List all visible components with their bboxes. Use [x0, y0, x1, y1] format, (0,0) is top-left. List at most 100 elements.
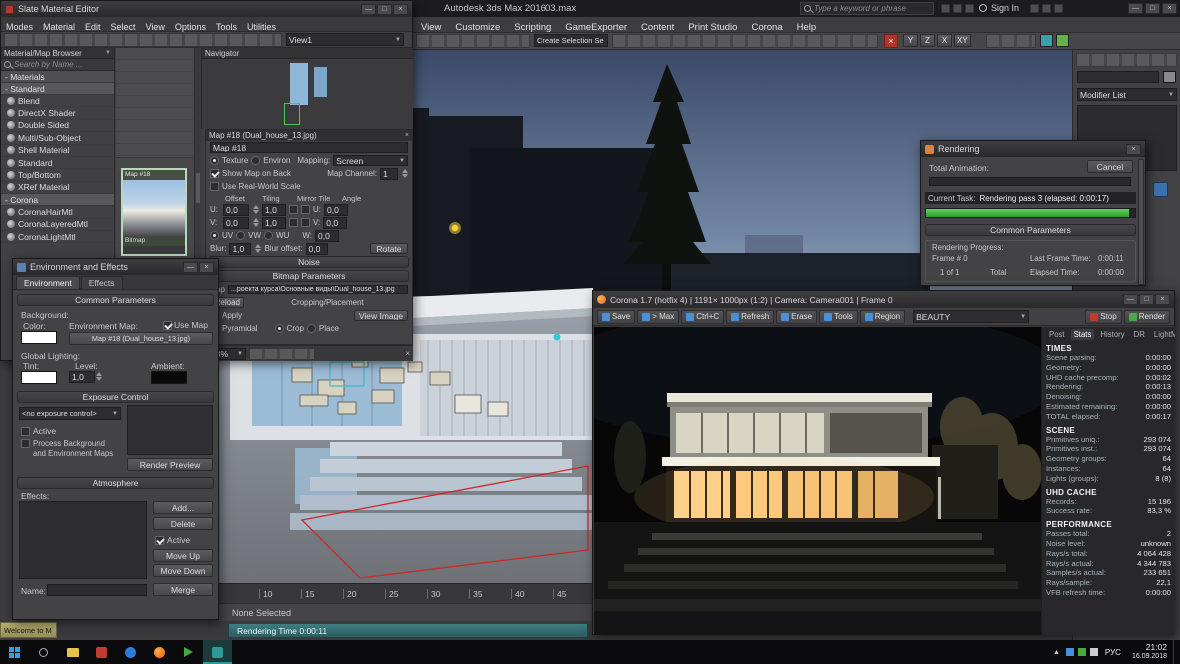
maximize-button[interactable]: □ [377, 4, 392, 15]
u-tiling-field[interactable]: 1,0 [262, 204, 286, 216]
tray-notification-icon[interactable] [1090, 648, 1098, 656]
process-background-checkbox[interactable] [21, 439, 30, 448]
command-panel-tab-icons[interactable] [1076, 53, 1177, 67]
rotate-button[interactable]: Rotate [370, 243, 408, 254]
corona-toolbar-button[interactable]: Region [860, 310, 905, 324]
welcome-button[interactable]: Welcome to M [0, 622, 57, 638]
rendering-titlebar[interactable]: Rendering × [921, 141, 1145, 157]
close-button[interactable]: × [1155, 294, 1170, 305]
crop-radio[interactable] [275, 324, 284, 333]
map-channel-field[interactable]: 1 [380, 168, 398, 180]
environment-map-button[interactable]: Map #18 (Dual_house_13.jpg) [69, 332, 213, 345]
place-radio[interactable] [307, 324, 316, 333]
cancel-button[interactable]: Cancel [1087, 160, 1133, 173]
stats-tab[interactable]: Stats [1071, 329, 1095, 340]
material-item[interactable]: CoronaHairMtl [1, 206, 114, 218]
wu-radio[interactable] [264, 231, 273, 240]
clock[interactable]: 21:02 16.09.2018 [1132, 642, 1167, 662]
render-element-combo[interactable]: BEAUTY▼ [913, 310, 1029, 323]
close-button[interactable]: × [1162, 3, 1177, 14]
render-setup-icon[interactable] [1056, 34, 1069, 47]
mapping-combo[interactable]: Screen▼ [333, 155, 408, 166]
dialog-scrollbar[interactable] [1138, 159, 1144, 285]
notifications-icon[interactable] [1042, 4, 1051, 13]
u-tile-checkbox[interactable] [301, 205, 310, 214]
main-toolbar-icons[interactable] [612, 34, 878, 48]
real-world-checkbox[interactable] [210, 182, 219, 191]
render-abort-icon[interactable]: × [884, 34, 898, 48]
corona-toolbar-button[interactable]: Erase [776, 310, 817, 324]
material-item[interactable]: XRef Material [1, 182, 114, 194]
v-angle-field[interactable]: 0,0 [323, 217, 347, 229]
u-mirror-checkbox[interactable] [289, 205, 298, 214]
slate-toolbar-icons[interactable] [4, 33, 282, 47]
firefox-icon[interactable] [145, 640, 174, 664]
tray-volume-icon[interactable] [1078, 648, 1086, 656]
map-channel-spinner[interactable] [401, 168, 408, 179]
category-materials[interactable]: - Materials [1, 71, 114, 83]
move-down-button[interactable]: Move Down [153, 564, 213, 577]
tab-effects[interactable]: Effects [81, 276, 123, 289]
level-spinner[interactable] [95, 371, 102, 382]
minimize-button[interactable]: — [361, 4, 376, 15]
v-offset-field[interactable]: 0,0 [223, 217, 249, 229]
texture-radio[interactable] [210, 156, 219, 165]
start-button[interactable] [0, 640, 29, 664]
use-map-checkbox[interactable] [163, 321, 172, 330]
close-button[interactable]: × [393, 4, 408, 15]
effect-name-field[interactable] [47, 584, 147, 596]
u-offset-spinner[interactable] [252, 204, 259, 215]
browser-header[interactable]: Material/Map Browser▼ [1, 48, 114, 59]
corona-toolbar-button[interactable]: Tools [819, 310, 858, 324]
selection-set-combo[interactable]: Create Selection Se▼ [534, 34, 608, 47]
stats-tab[interactable]: LightMix [1151, 329, 1175, 340]
autodesk-app-icon[interactable] [87, 640, 116, 664]
minimize-button[interactable]: — [1128, 3, 1143, 14]
modifier-list-combo[interactable]: Modifier List▼ [1077, 88, 1177, 101]
delete-button[interactable]: Delete [153, 517, 213, 530]
bitmap-node[interactable]: Map #18 Bitmap [121, 168, 187, 256]
corona-toolbar-button[interactable]: > Max [637, 310, 679, 324]
material-item[interactable]: CoronaLightMtl [1, 231, 114, 243]
common-parameters-rollout[interactable]: Common Parameters [925, 224, 1136, 236]
axis-button[interactable]: X [937, 34, 952, 47]
stats-tab[interactable]: History [1097, 329, 1127, 340]
tool-icons[interactable] [986, 34, 1036, 48]
merge-button[interactable]: Merge [153, 583, 213, 596]
exposure-combo[interactable]: <no exposure control>▼ [19, 407, 121, 420]
minimize-button[interactable]: — [183, 262, 198, 273]
uv-radio[interactable] [210, 231, 219, 240]
tab-environment[interactable]: Environment [16, 276, 80, 289]
ambient-swatch[interactable] [151, 371, 187, 384]
search-input[interactable] [814, 4, 930, 13]
browser-icon[interactable] [116, 640, 145, 664]
media-play-icon[interactable] [174, 640, 203, 664]
sign-in-link[interactable]: Sign In [991, 3, 1019, 13]
atmosphere-rollout[interactable]: Atmosphere [17, 477, 214, 489]
close-button[interactable]: × [199, 262, 214, 273]
noise-rollout[interactable]: Noise [209, 256, 409, 268]
show-map-on-back-checkbox[interactable] [210, 169, 219, 178]
node-title[interactable]: Map #18 [123, 170, 185, 180]
level-field[interactable]: 1,0 [69, 371, 95, 383]
view-image-button[interactable]: View Image [354, 310, 408, 321]
close-icon[interactable]: × [405, 132, 409, 139]
maximize-button[interactable]: □ [1139, 294, 1154, 305]
tint-swatch[interactable] [21, 371, 57, 384]
material-item[interactable]: Top/Bottom [1, 169, 114, 181]
search-box[interactable] [800, 2, 934, 15]
vw-radio[interactable] [236, 231, 245, 240]
browser-search[interactable] [1, 59, 114, 71]
material-item[interactable]: CoronaLayeredMtl [1, 219, 114, 231]
axis-button[interactable]: Y [903, 34, 918, 47]
object-color-swatch[interactable] [1163, 71, 1176, 83]
help-icon[interactable] [941, 4, 950, 13]
exposure-control-rollout[interactable]: Exposure Control [17, 391, 214, 403]
map-name-field[interactable]: Map #18 [210, 142, 408, 153]
object-name-field[interactable] [1077, 71, 1159, 83]
render-button[interactable]: Render [1124, 310, 1170, 324]
minimized-dialog-icon[interactable] [1153, 182, 1168, 197]
env-titlebar[interactable]: Environment and Effects — × [13, 259, 218, 275]
minimap-view-region[interactable] [284, 103, 300, 125]
environ-radio[interactable] [251, 156, 260, 165]
